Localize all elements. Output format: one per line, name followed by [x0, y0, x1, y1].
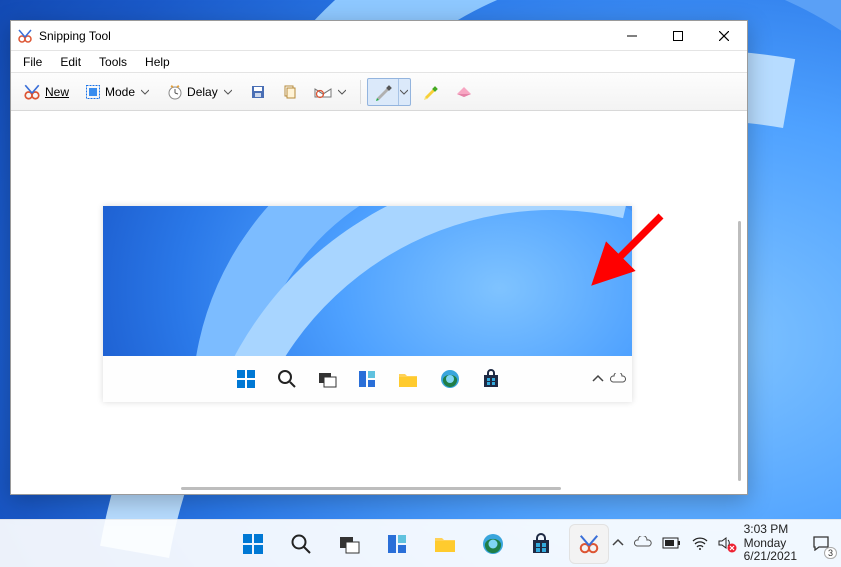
save-button[interactable] [244, 80, 272, 104]
new-button[interactable]: New [17, 79, 75, 105]
eraser-icon [455, 85, 473, 99]
eraser-button[interactable] [449, 81, 479, 103]
pen-tool[interactable] [367, 78, 411, 106]
toolbar: New Mode Delay [11, 73, 747, 111]
search-icon [277, 369, 297, 389]
pen-button[interactable] [368, 79, 398, 105]
pen-icon [374, 83, 392, 101]
highlighter-icon [421, 83, 439, 101]
menu-edit[interactable]: Edit [52, 53, 89, 71]
close-button[interactable] [701, 21, 747, 50]
captured-taskbar [103, 356, 632, 402]
highlighter-button[interactable] [415, 79, 445, 105]
taskbar-explorer[interactable] [425, 524, 465, 564]
onedrive-tray-icon[interactable] [634, 536, 652, 550]
save-icon [250, 84, 266, 100]
wifi-tray-icon[interactable] [692, 536, 708, 550]
clock-date: 6/21/2021 [744, 550, 797, 564]
maximize-button[interactable] [655, 21, 701, 50]
start-button[interactable] [233, 524, 273, 564]
send-button[interactable] [308, 80, 354, 104]
taskbar-taskview[interactable] [329, 524, 369, 564]
delay-dropdown-icon[interactable] [222, 88, 234, 96]
vertical-scrollbar[interactable] [738, 221, 741, 481]
clock-time: 3:03 PM [744, 523, 789, 537]
menu-file[interactable]: File [15, 53, 50, 71]
toolbar-separator [360, 80, 361, 104]
copy-icon [282, 84, 298, 100]
taskbar-clock[interactable]: 3:03 PM Monday 6/21/2021 [744, 523, 797, 564]
taskbar-search[interactable] [281, 524, 321, 564]
store-icon [481, 369, 501, 389]
taskview-icon [317, 369, 337, 389]
snipping-tool-icon [17, 28, 33, 44]
notifications-button[interactable]: 3 [807, 529, 835, 557]
menubar: File Edit Tools Help [11, 51, 747, 73]
start-icon [235, 368, 257, 390]
mode-icon [85, 84, 101, 100]
tray-overflow-icon[interactable] [612, 538, 624, 548]
explorer-icon [397, 369, 419, 389]
horizontal-scrollbar[interactable] [181, 487, 561, 490]
taskbar-snipping-tool[interactable] [569, 524, 609, 564]
widgets-icon [357, 369, 377, 389]
mode-label: Mode [105, 85, 135, 99]
delay-label: Delay [187, 85, 218, 99]
menu-tools[interactable]: Tools [91, 53, 135, 71]
canvas-area[interactable] [11, 111, 747, 494]
pen-dropdown-icon[interactable] [398, 79, 410, 105]
send-dropdown-icon[interactable] [336, 88, 348, 96]
new-label: New [45, 85, 69, 99]
clock-day: Monday [744, 537, 787, 551]
taskbar-widgets[interactable] [377, 524, 417, 564]
email-icon [314, 84, 332, 100]
taskbar-store[interactable] [521, 524, 561, 564]
copy-button[interactable] [276, 80, 304, 104]
taskbar: 3:03 PM Monday 6/21/2021 3 [0, 519, 841, 567]
edge-icon [439, 368, 461, 390]
mode-button[interactable]: Mode [79, 80, 157, 104]
overflow-chevron-icon [592, 374, 604, 384]
mode-dropdown-icon[interactable] [139, 88, 151, 96]
snipping-tool-window: Snipping Tool File Edit Tools Help [10, 20, 748, 495]
titlebar[interactable]: Snipping Tool [11, 21, 747, 51]
delay-button[interactable]: Delay [161, 80, 240, 104]
menu-help[interactable]: Help [137, 53, 178, 71]
system-tray[interactable]: 3:03 PM Monday 6/21/2021 3 [612, 523, 841, 564]
scissors-icon [23, 83, 41, 101]
taskbar-edge[interactable] [473, 524, 513, 564]
volume-tray-icon[interactable] [718, 536, 734, 550]
captured-screenshot [103, 206, 632, 402]
clock-icon [167, 84, 183, 100]
battery-tray-icon[interactable] [662, 537, 682, 549]
notification-count: 3 [824, 547, 837, 559]
minimize-button[interactable] [609, 21, 655, 50]
window-title: Snipping Tool [39, 29, 111, 43]
onedrive-icon [610, 373, 626, 385]
